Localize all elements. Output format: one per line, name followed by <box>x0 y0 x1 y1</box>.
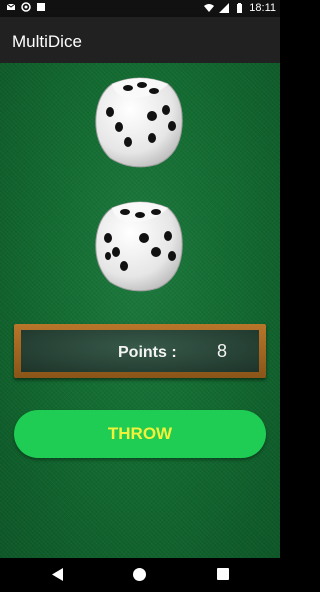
circle-icon <box>21 2 31 12</box>
wifi-icon <box>204 4 215 12</box>
points-label: Points : <box>118 344 177 361</box>
navigation-bar <box>0 558 280 592</box>
signal-icon <box>219 3 230 13</box>
status-bar: 18:11 <box>0 0 280 17</box>
app-title: MultiDice <box>12 32 82 51</box>
home-icon[interactable] <box>133 568 146 581</box>
die-1[interactable] <box>92 74 188 170</box>
back-icon[interactable] <box>52 568 64 581</box>
recents-icon[interactable] <box>217 568 229 580</box>
app-bar: MultiDice <box>0 17 280 63</box>
mail-icon <box>6 3 16 10</box>
points-value: 8 <box>217 341 228 361</box>
battery-icon <box>237 3 243 13</box>
square-icon <box>37 3 45 11</box>
throw-button[interactable]: THROW <box>14 410 266 458</box>
die-2[interactable] <box>92 198 188 294</box>
status-time: 18:11 <box>249 2 276 14</box>
